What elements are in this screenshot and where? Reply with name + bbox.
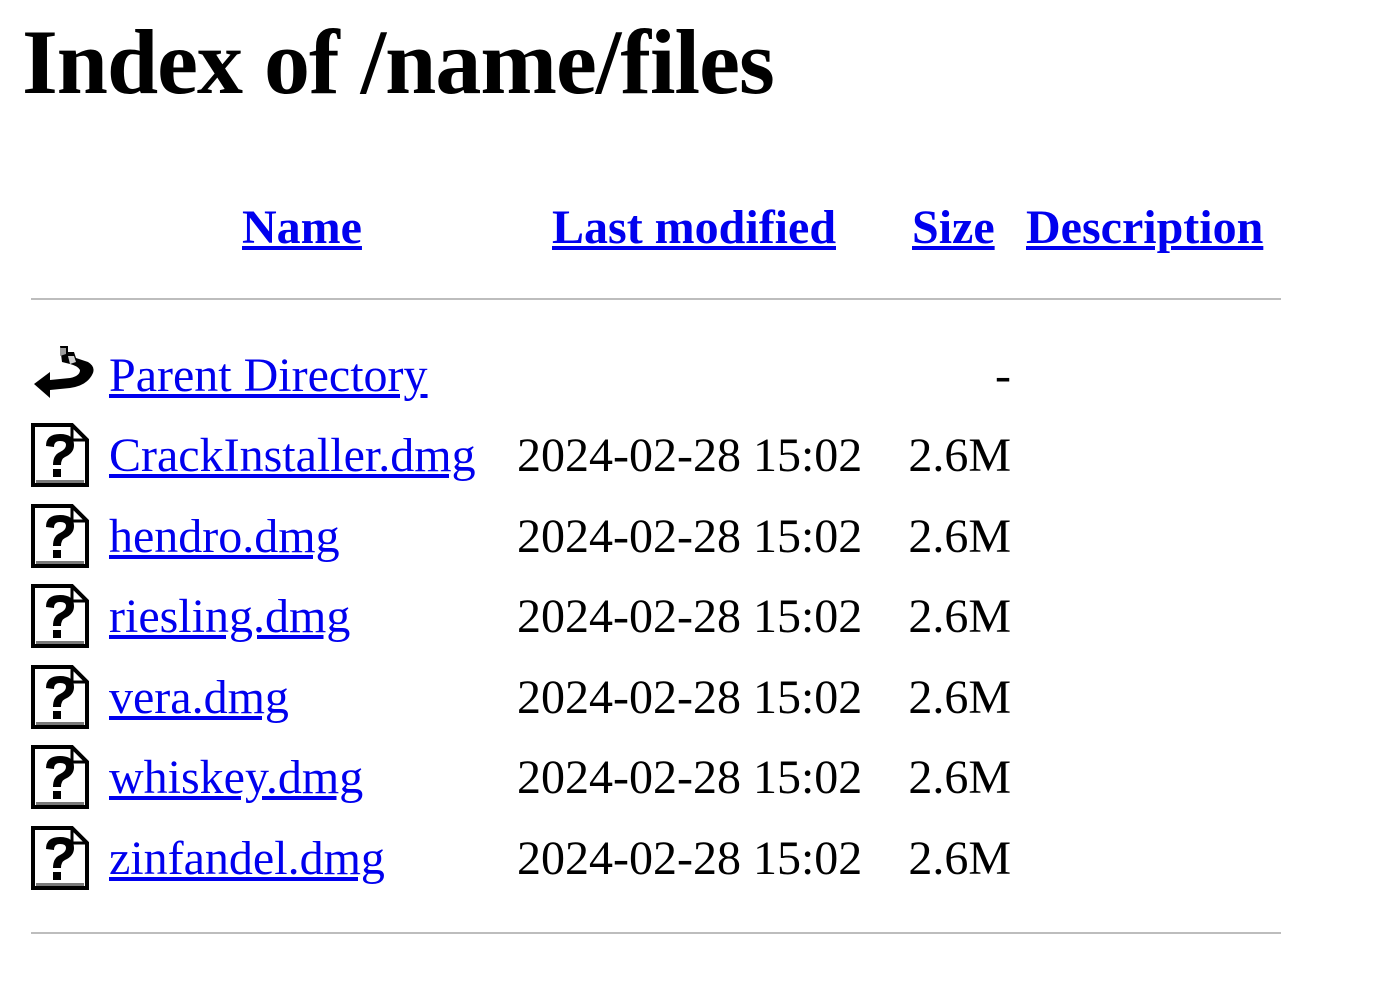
parent-directory-row: Parent Directory - xyxy=(0,342,1378,422)
page-title: Index of /name/files xyxy=(22,11,775,113)
file-last-modified: 2024-02-28 15:02 xyxy=(517,590,863,643)
file-row: vera.dmg 2024-02-28 15:02 2.6M xyxy=(0,664,1378,744)
file-link[interactable]: vera.dmg xyxy=(109,670,289,726)
file-link[interactable]: CrackInstaller.dmg xyxy=(109,428,476,484)
unknown-file-icon xyxy=(30,422,90,488)
sort-by-size-link[interactable]: Size xyxy=(912,200,995,256)
file-size: 2.6M xyxy=(908,751,1011,804)
file-size: 2.6M xyxy=(908,671,1011,724)
sort-by-description-link[interactable]: Description xyxy=(1026,200,1263,256)
file-last-modified: 2024-02-28 15:02 xyxy=(517,751,863,804)
unknown-file-icon xyxy=(30,583,90,649)
file-row: zinfandel.dmg 2024-02-28 15:02 2.6M xyxy=(0,825,1378,905)
unknown-file-icon xyxy=(30,664,90,730)
file-last-modified: 2024-02-28 15:02 xyxy=(517,510,863,563)
file-link[interactable]: whiskey.dmg xyxy=(109,750,363,806)
unknown-file-icon xyxy=(30,744,90,810)
file-size: 2.6M xyxy=(908,429,1011,482)
unknown-file-icon xyxy=(30,503,90,569)
file-row: whiskey.dmg 2024-02-28 15:02 2.6M xyxy=(0,744,1378,824)
file-link[interactable]: zinfandel.dmg xyxy=(109,831,385,887)
parent-size: - xyxy=(995,349,1011,402)
back-arrow-icon xyxy=(30,342,94,408)
file-last-modified: 2024-02-28 15:02 xyxy=(517,429,863,482)
sort-by-last-modified-link[interactable]: Last modified xyxy=(552,200,836,256)
sort-by-name-link[interactable]: Name xyxy=(242,200,362,256)
unknown-file-icon xyxy=(30,825,90,891)
file-last-modified: 2024-02-28 15:02 xyxy=(517,832,863,885)
file-size: 2.6M xyxy=(908,590,1011,643)
file-row: CrackInstaller.dmg 2024-02-28 15:02 2.6M xyxy=(0,422,1378,502)
parent-directory-link[interactable]: Parent Directory xyxy=(109,348,428,404)
file-size: 2.6M xyxy=(908,510,1011,563)
file-row: riesling.dmg 2024-02-28 15:02 2.6M xyxy=(0,583,1378,663)
file-link[interactable]: riesling.dmg xyxy=(109,589,350,645)
file-link[interactable]: hendro.dmg xyxy=(109,509,340,565)
file-row: hendro.dmg 2024-02-28 15:02 2.6M xyxy=(0,503,1378,583)
footer-divider xyxy=(31,932,1281,934)
header-divider xyxy=(31,298,1281,300)
file-size: 2.6M xyxy=(908,832,1011,885)
file-last-modified: 2024-02-28 15:02 xyxy=(517,671,863,724)
